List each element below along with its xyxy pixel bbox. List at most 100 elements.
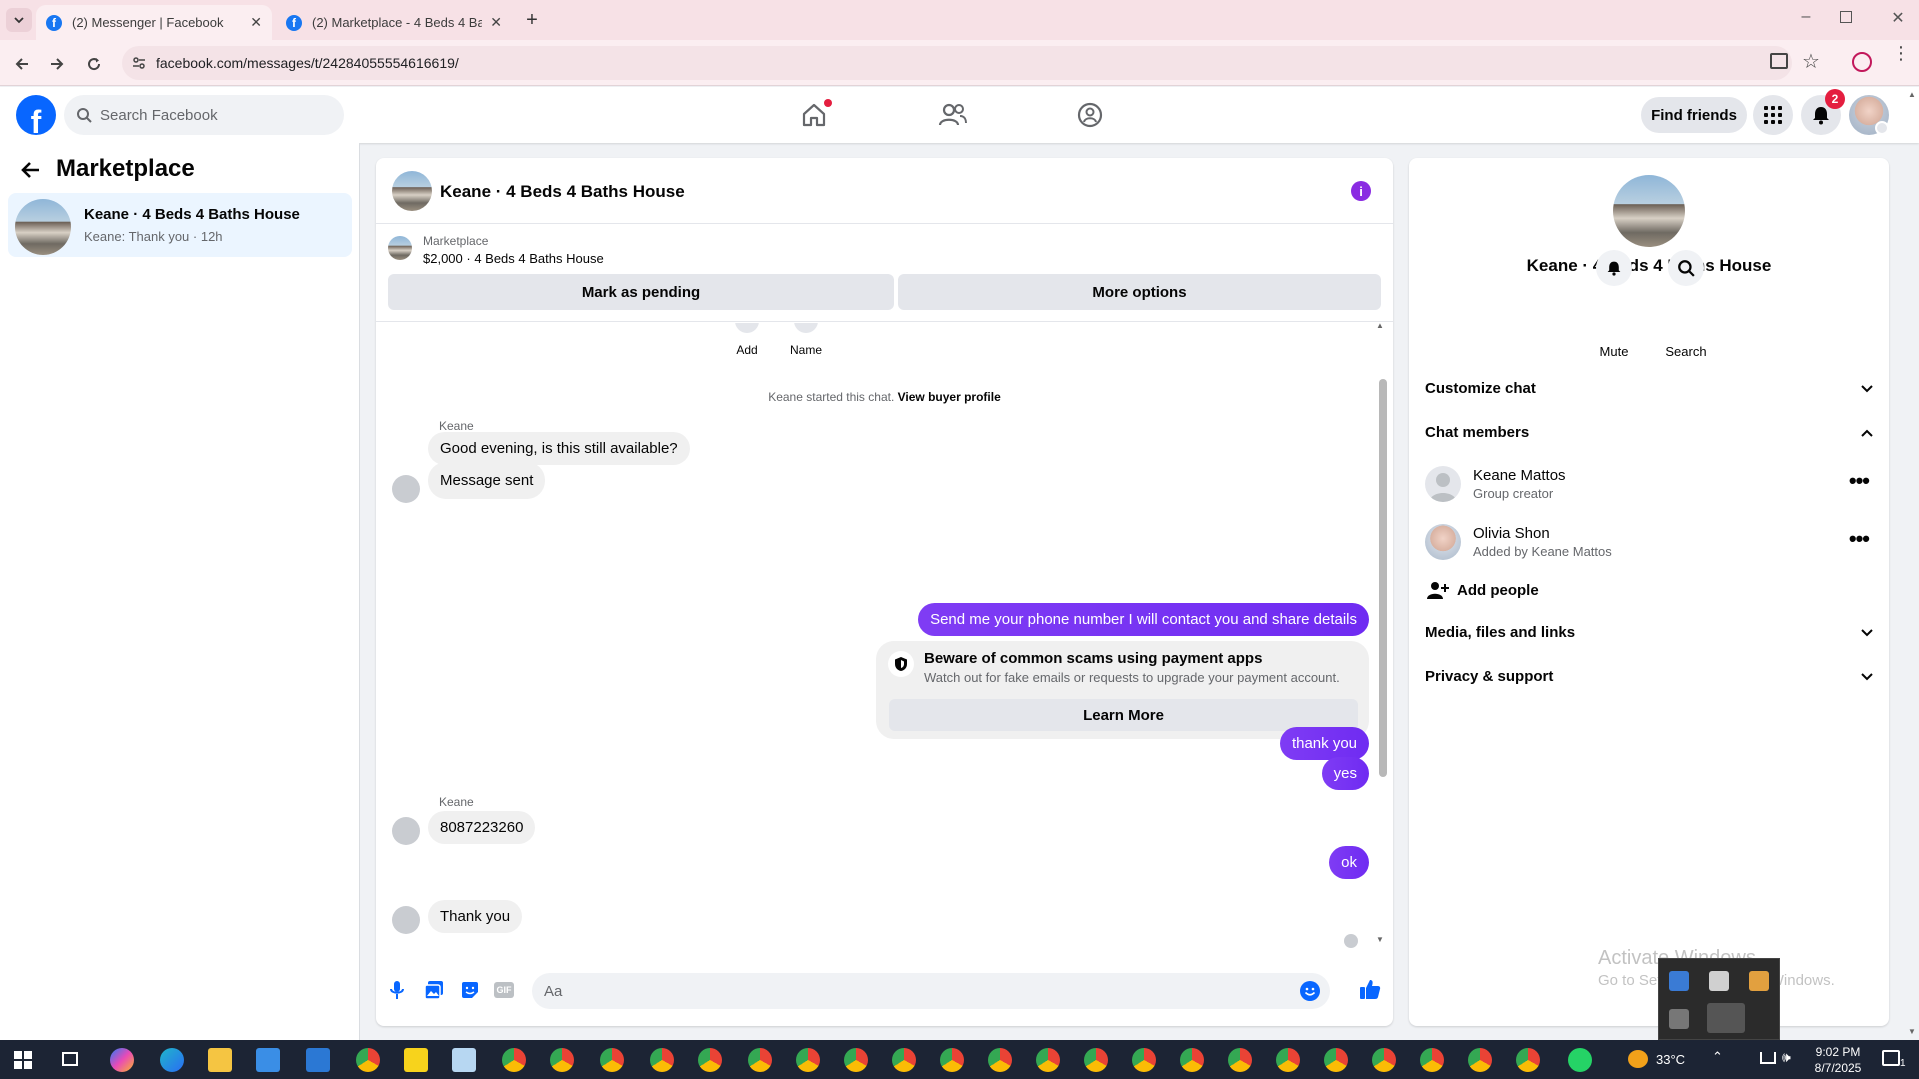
file-explorer-icon[interactable]	[208, 1048, 232, 1072]
back-button[interactable]	[10, 52, 34, 76]
scrollbar-up-arrow[interactable]: ▲	[1376, 323, 1384, 330]
messages-area[interactable]: Add Name Keane started this chat. View b…	[376, 323, 1393, 951]
sticky-notes-icon[interactable]	[404, 1048, 428, 1072]
tray-security-icon[interactable]	[1709, 971, 1729, 991]
sticker-icon[interactable]	[460, 980, 480, 1000]
outgoing-message[interactable]: yes	[1321, 757, 1369, 790]
chrome-profile-icon[interactable]	[748, 1048, 772, 1072]
bookmark-star-icon[interactable]: ☆	[1802, 49, 1820, 74]
tray-app-icon[interactable]	[1669, 1009, 1689, 1029]
view-buyer-profile-link[interactable]: View buyer profile	[898, 390, 1001, 404]
clock-time[interactable]: 9:02 PM	[1808, 1045, 1868, 1059]
chat-title[interactable]: Keane · 4 Beds 4 Baths House	[440, 182, 685, 202]
friends-nav-button[interactable]	[938, 101, 968, 129]
privacy-support-section[interactable]: Privacy & support	[1425, 664, 1873, 692]
mark-as-pending-button[interactable]: Mark as pending	[388, 274, 894, 310]
chrome-profile-icon[interactable]	[1228, 1048, 1252, 1072]
network-icon[interactable]	[1760, 1052, 1776, 1064]
profile-icon[interactable]	[1852, 52, 1872, 72]
listing-thumbnail[interactable]	[388, 236, 412, 260]
install-app-icon[interactable]	[1770, 53, 1788, 69]
menu-button[interactable]	[1753, 95, 1793, 135]
chrome-profile-icon[interactable]	[1468, 1048, 1492, 1072]
notification-center-icon[interactable]	[1882, 1050, 1900, 1066]
facebook-logo-icon[interactable]: f	[16, 95, 56, 135]
close-tab-icon[interactable]: ✕	[490, 14, 502, 31]
more-options-icon[interactable]: •••	[1849, 526, 1870, 552]
chrome-profile-icon[interactable]	[796, 1048, 820, 1072]
conversation-list-item[interactable]: Keane · 4 Beds 4 Baths House Keane: Than…	[8, 193, 352, 257]
chrome-profile-icon[interactable]	[1036, 1048, 1060, 1072]
mail-icon[interactable]	[306, 1048, 330, 1072]
chat-members-section[interactable]: Chat members	[1425, 420, 1873, 448]
minimize-window-button[interactable]: –	[1794, 8, 1818, 32]
restore-window-button[interactable]	[1840, 11, 1852, 23]
search-button[interactable]	[1666, 250, 1706, 286]
chrome-profile-icon[interactable]	[698, 1048, 722, 1072]
chrome-profile-icon[interactable]	[844, 1048, 868, 1072]
chrome-profile-icon[interactable]	[1180, 1048, 1204, 1072]
incoming-message[interactable]: Good evening, is this still available?	[428, 432, 690, 465]
new-tab-button[interactable]: +	[520, 8, 544, 32]
chrome-profile-icon[interactable]	[1372, 1048, 1396, 1072]
outgoing-message[interactable]: Send me your phone number I will contact…	[918, 603, 1369, 636]
member-row[interactable]: Olivia Shon Added by Keane Mattos •••	[1425, 518, 1873, 566]
microphone-icon[interactable]	[390, 980, 404, 1000]
copilot-icon[interactable]	[110, 1048, 134, 1072]
listing-price-title[interactable]: $2,000 · 4 Beds 4 Baths House	[423, 251, 604, 266]
group-avatar[interactable]	[1613, 175, 1685, 247]
more-options-button[interactable]: More options	[898, 274, 1381, 310]
chrome-profile-icon[interactable]	[1084, 1048, 1108, 1072]
scrollbar-down-arrow[interactable]: ▼	[1376, 935, 1384, 944]
incoming-message[interactable]: Thank you	[428, 900, 523, 933]
chrome-profile-icon[interactable]	[1420, 1048, 1444, 1072]
add-people-button[interactable]: Add people	[1425, 576, 1873, 606]
find-friends-button[interactable]: Find friends	[1641, 97, 1747, 133]
incoming-message[interactable]: 8087223260	[428, 811, 536, 844]
windows-start-icon[interactable]	[14, 1051, 32, 1069]
add-member-action[interactable]	[735, 323, 759, 333]
chat-avatar[interactable]	[392, 171, 432, 211]
chrome-icon[interactable]	[356, 1048, 380, 1072]
site-info-icon[interactable]	[132, 56, 146, 70]
learn-more-button[interactable]: Learn More	[889, 699, 1358, 731]
whatsapp-icon[interactable]	[1568, 1048, 1592, 1072]
conversation-info-button[interactable]: i	[1351, 181, 1371, 201]
outgoing-message[interactable]: ok	[1329, 846, 1369, 879]
task-view-icon[interactable]	[62, 1052, 78, 1066]
address-bar[interactable]: facebook.com/messages/t/2428405555461661…	[122, 46, 1792, 80]
chrome-profile-icon[interactable]	[1132, 1048, 1156, 1072]
gif-icon[interactable]: GIF	[494, 982, 514, 998]
chrome-profile-icon[interactable]	[892, 1048, 916, 1072]
emoji-icon[interactable]	[1300, 981, 1320, 1001]
notepad-icon[interactable]	[452, 1048, 476, 1072]
groups-nav-button[interactable]	[1076, 101, 1104, 129]
more-options-icon[interactable]: •••	[1849, 468, 1870, 494]
chrome-profile-icon[interactable]	[550, 1048, 574, 1072]
chrome-profile-icon[interactable]	[502, 1048, 526, 1072]
facebook-search-input[interactable]: Search Facebook	[64, 95, 344, 135]
page-scroll-down-arrow[interactable]: ▼	[1908, 1027, 1916, 1036]
close-window-button[interactable]: ✕	[1886, 8, 1910, 32]
store-icon[interactable]	[256, 1048, 280, 1072]
account-avatar[interactable]	[1849, 95, 1889, 135]
volume-icon[interactable]: 🕪	[1782, 1049, 1791, 1066]
chat-scrollbar-thumb[interactable]	[1379, 379, 1387, 777]
chrome-profile-icon[interactable]	[650, 1048, 674, 1072]
message-input[interactable]: Aa	[532, 973, 1330, 1009]
reload-button[interactable]	[82, 52, 106, 76]
close-tab-icon[interactable]: ✕	[250, 14, 262, 31]
thumbs-up-icon[interactable]	[1359, 978, 1381, 1000]
tray-app-icon[interactable]	[1707, 1003, 1745, 1033]
member-row[interactable]: Keane Mattos Group creator •••	[1425, 460, 1873, 508]
tab-marketplace[interactable]: f (2) Marketplace - 4 Beds 4 Bath ✕	[276, 5, 512, 40]
tray-app-icon[interactable]	[1749, 971, 1769, 991]
chrome-profile-icon[interactable]	[1324, 1048, 1348, 1072]
weather-icon[interactable]	[1628, 1050, 1648, 1068]
chrome-profile-icon[interactable]	[1516, 1048, 1540, 1072]
outgoing-message[interactable]: thank you	[1279, 727, 1369, 760]
chrome-profile-icon[interactable]	[940, 1048, 964, 1072]
chrome-profile-icon[interactable]	[600, 1048, 624, 1072]
weather-temperature[interactable]: 33°C	[1656, 1052, 1685, 1067]
home-nav-button[interactable]	[800, 99, 832, 131]
